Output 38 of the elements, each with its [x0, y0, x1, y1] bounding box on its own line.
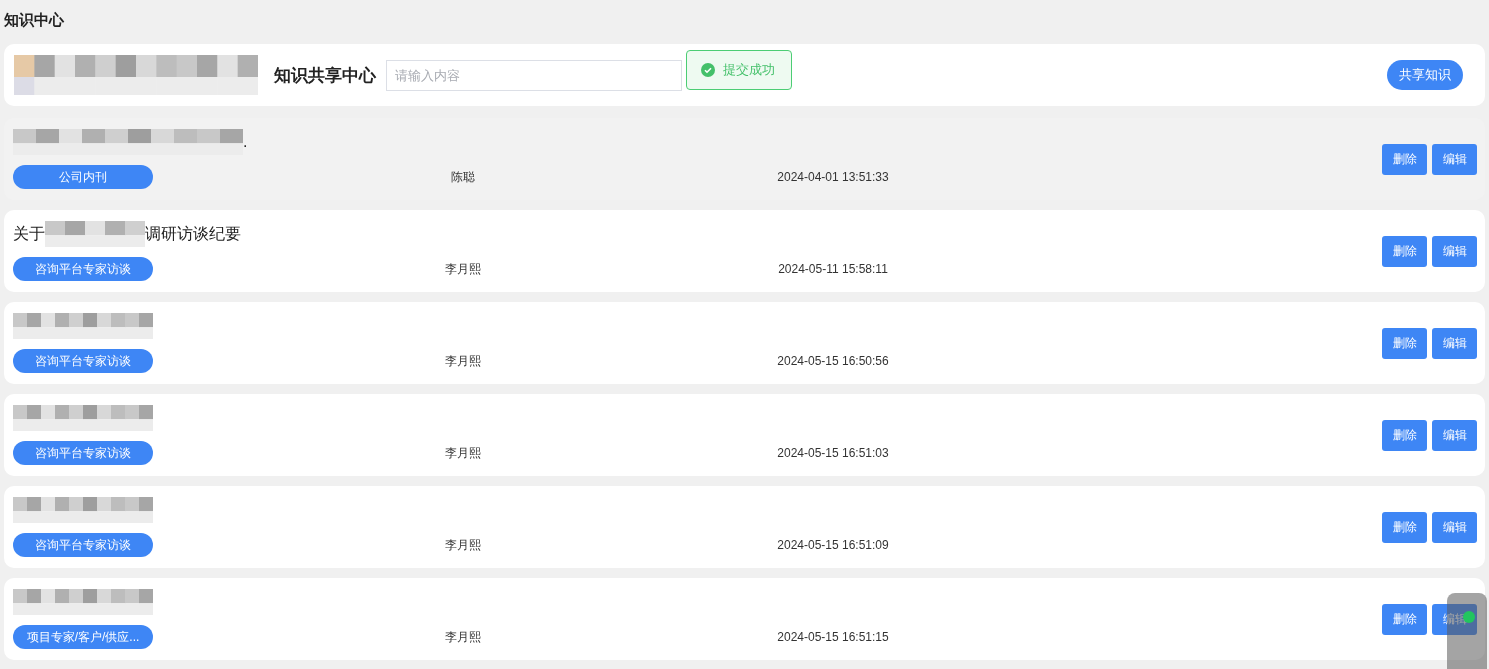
- author-name: 李月熙: [445, 260, 481, 278]
- toast-message: 提交成功: [723, 61, 775, 79]
- share-button[interactable]: 共享知识: [1387, 60, 1463, 90]
- timestamp: 2024-05-11 15:58:11: [778, 262, 888, 276]
- category-tag: 项目专家/客户/供应...: [13, 625, 153, 649]
- item-title: 调研访谈纪要: [145, 223, 241, 244]
- author-name: 李月熙: [445, 536, 481, 554]
- delete-button[interactable]: 删除: [1382, 511, 1427, 543]
- delete-button[interactable]: 删除: [1382, 235, 1427, 267]
- edit-button[interactable]: 编辑: [1432, 143, 1477, 175]
- category-tag: 咨询平台专家访谈: [13, 533, 153, 557]
- author-name: 李月熙: [445, 444, 481, 462]
- timestamp: 2024-05-15 16:51:15: [777, 630, 889, 644]
- timestamp: 2024-05-15 16:51:09: [777, 538, 889, 552]
- timestamp: 2024-05-15 16:50:56: [777, 354, 889, 368]
- category-tag: 咨询平台专家访谈: [13, 349, 153, 373]
- category-tag: 公司内刊: [13, 165, 153, 189]
- author-name: 陈聪: [451, 168, 475, 186]
- delete-button[interactable]: 删除: [1382, 327, 1427, 359]
- category-tag: 咨询平台专家访谈: [13, 441, 153, 465]
- header-title: 知识共享中心: [274, 64, 376, 87]
- edit-button[interactable]: 编辑: [1432, 327, 1477, 359]
- edit-button[interactable]: 编辑: [1432, 235, 1477, 267]
- delete-button[interactable]: 删除: [1382, 603, 1427, 635]
- item-title: 关于: [13, 223, 45, 244]
- page-title: 知识中心: [4, 10, 65, 30]
- timestamp: 2024-04-01 13:51:33: [777, 170, 889, 184]
- delete-button[interactable]: 删除: [1382, 143, 1427, 175]
- item-title: .: [243, 133, 248, 151]
- author-name: 李月熙: [445, 352, 481, 370]
- edit-button[interactable]: 编辑: [1432, 419, 1477, 451]
- category-tag: 咨询平台专家访谈: [13, 257, 153, 281]
- check-circle-icon: [701, 63, 715, 77]
- delete-button[interactable]: 删除: [1382, 419, 1427, 451]
- author-name: 李月熙: [445, 628, 481, 646]
- search-field[interactable]: 请输入内容: [386, 59, 682, 91]
- edit-button[interactable]: 编辑: [1432, 511, 1477, 543]
- timestamp: 2024-05-15 16:51:03: [777, 446, 889, 460]
